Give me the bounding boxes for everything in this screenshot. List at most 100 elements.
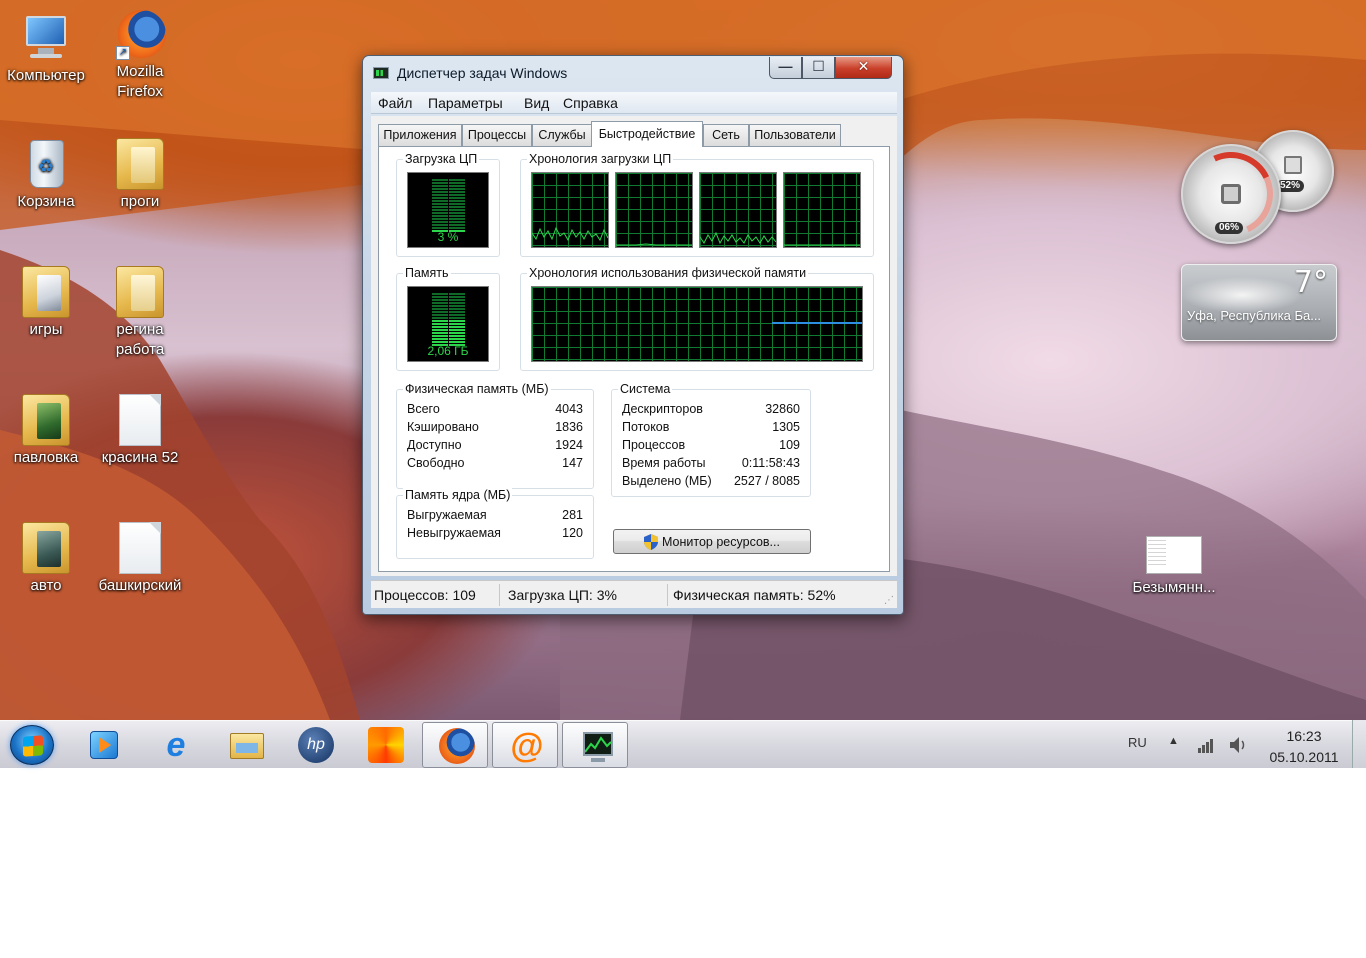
status-bar: Процессов: 109 Загрузка ЦП: 3% Физическа… — [371, 580, 897, 608]
folder-icon — [22, 522, 70, 574]
minimize-button[interactable]: — — [769, 57, 802, 79]
menu-help[interactable]: Справка — [563, 95, 618, 111]
desktop-icon-label: павловка — [13, 449, 79, 466]
uac-shield-icon — [644, 534, 658, 550]
menu-bar: Файл Параметры Вид Справка — [371, 92, 897, 114]
cpu-meter-segment — [432, 203, 448, 205]
memory-meter-segment — [432, 329, 448, 331]
desktop-icon-computer[interactable]: Компьютер — [0, 12, 92, 86]
taskbar-task-manager[interactable] — [562, 722, 628, 768]
desktop-icon-folder-avto[interactable]: авто — [0, 522, 92, 596]
menu-options[interactable]: Параметры — [428, 95, 503, 111]
computer-icon — [22, 12, 70, 64]
taskbar-media-player[interactable] — [70, 722, 136, 768]
clock-time: 16:23 — [1286, 728, 1322, 744]
tab-performance[interactable]: Быстродействие — [591, 121, 703, 147]
folder-icon — [116, 266, 164, 318]
memory-meter-segment — [449, 344, 465, 346]
taskbar-hp[interactable]: hp — [282, 722, 348, 768]
desktop-icon-doc-krasina[interactable]: красина 52 — [94, 394, 186, 468]
taskbar-internet-explorer[interactable]: e — [142, 722, 208, 768]
firefox-icon: ↗ — [116, 8, 166, 60]
desktop-icon-label: Mozilla Firefox — [116, 63, 164, 100]
close-icon: ✕ — [857, 58, 870, 74]
physical-memory-row: Свободно 147 — [407, 456, 583, 470]
desktop-icon-label: Безымянн... — [1132, 579, 1216, 596]
memory-meter-segment — [432, 302, 448, 304]
taskbar-mail-agent[interactable]: @ — [492, 722, 558, 768]
image-file-icon — [1146, 536, 1202, 576]
taskbar-firefox[interactable] — [422, 722, 488, 768]
desktop-icon-doc-bashkirsky[interactable]: башкирский — [94, 522, 186, 596]
language-indicator[interactable]: RU — [1128, 735, 1147, 750]
cpu-meter-segment — [449, 206, 465, 208]
folder-icon — [116, 138, 164, 190]
cpu-meter-segment — [432, 209, 448, 211]
kernel-memory-row: Выгружаемая 281 — [407, 508, 583, 522]
physical-memory-row: Всего 4043 — [407, 402, 583, 416]
memory-history-graph — [531, 286, 863, 362]
cpu-meter-segment — [449, 188, 465, 190]
tab-users[interactable]: Пользователи — [749, 124, 841, 146]
weather-gadget[interactable]: 7° Уфа, Республика Ба... — [1181, 264, 1337, 341]
cpu-meter-segment — [432, 224, 448, 226]
desktop-icon-label: красина 52 — [101, 449, 179, 466]
title-bar[interactable]: Диспетчер задач Windows — ☐ ✕ — [363, 56, 903, 88]
cpu-meter-segment — [449, 227, 465, 229]
cpu-core-line — [784, 244, 860, 246]
network-icon[interactable] — [1198, 737, 1216, 753]
taskbar-clock[interactable]: 16:23 05.10.2011 — [1262, 726, 1346, 768]
memory-meter-segment — [432, 296, 448, 298]
desktop-icon-recycle-bin[interactable]: ♻ Корзина — [0, 138, 92, 212]
maximize-button[interactable]: ☐ — [802, 57, 835, 79]
show-hidden-icons-icon[interactable]: ▲ — [1168, 735, 1179, 747]
start-button[interactable] — [10, 725, 54, 765]
weather-location: Уфа, Республика Ба... — [1187, 308, 1322, 323]
cpu-usage-value: 3 % — [437, 230, 459, 244]
cpu-meter-segment — [432, 182, 448, 184]
tab-applications[interactable]: Приложения — [378, 124, 462, 146]
memory-meter-segment — [449, 317, 465, 319]
cpu-core-line — [616, 243, 692, 246]
cpu-meter-segment — [432, 215, 448, 217]
volume-icon[interactable] — [1228, 735, 1248, 755]
task-manager-icon — [579, 728, 615, 764]
desktop-icon-image-file[interactable]: Безымянн... — [1128, 536, 1220, 598]
memory-meter-segment — [432, 308, 448, 310]
mail-agent-icon: @ — [510, 727, 544, 765]
cpu-core-line — [531, 226, 609, 242]
task-manager-window[interactable]: Диспетчер задач Windows — ☐ ✕ Файл Парам… — [362, 55, 904, 615]
resize-grip-icon[interactable]: ⋰ — [884, 595, 894, 606]
menu-view[interactable]: Вид — [524, 95, 549, 111]
memory-meter-segment — [449, 323, 465, 325]
cpu-core-graph — [783, 172, 861, 248]
cpu-meter-segment — [449, 194, 465, 196]
show-desktop-button[interactable] — [1352, 720, 1366, 768]
taskbar-explorer[interactable] — [212, 722, 278, 768]
taskbar-photo-app[interactable] — [352, 722, 418, 768]
tab-services[interactable]: Службы — [532, 124, 592, 146]
desktop-icon-folder-progi[interactable]: проги — [94, 138, 186, 212]
internet-explorer-icon: e — [166, 726, 186, 764]
tab-network[interactable]: Сеть — [703, 124, 749, 146]
desktop-icon-label: Компьютер — [7, 67, 85, 84]
desktop-icon-folder-pavlovka[interactable]: павловка — [0, 394, 92, 468]
desktop-icon-label: авто — [30, 577, 62, 594]
desktop-icon-firefox[interactable]: ↗ Mozilla Firefox — [94, 8, 186, 102]
tab-processes[interactable]: Процессы — [462, 124, 532, 146]
desktop-icon-folder-igry[interactable]: игры — [0, 266, 92, 340]
memory-meter-segment — [432, 338, 448, 340]
cpu-meter-segment — [449, 197, 465, 199]
cpu-meter-segment — [449, 185, 465, 187]
cpu-usage-meter: 3 % — [407, 172, 489, 248]
memory-meter-segment — [449, 308, 465, 310]
close-button[interactable]: ✕ — [835, 57, 892, 79]
cpu-percent: 06% — [1215, 222, 1244, 234]
cpu-meter-segment — [449, 203, 465, 205]
menu-file[interactable]: Файл — [378, 95, 412, 111]
physical-memory-row: Кэшировано 1836 — [407, 420, 583, 434]
desktop-icon-folder-regina[interactable]: регина работа — [94, 266, 186, 360]
task-manager-icon — [373, 67, 389, 79]
cpu-meter-segment — [432, 218, 448, 220]
resource-monitor-button[interactable]: Монитор ресурсов... — [613, 529, 811, 554]
